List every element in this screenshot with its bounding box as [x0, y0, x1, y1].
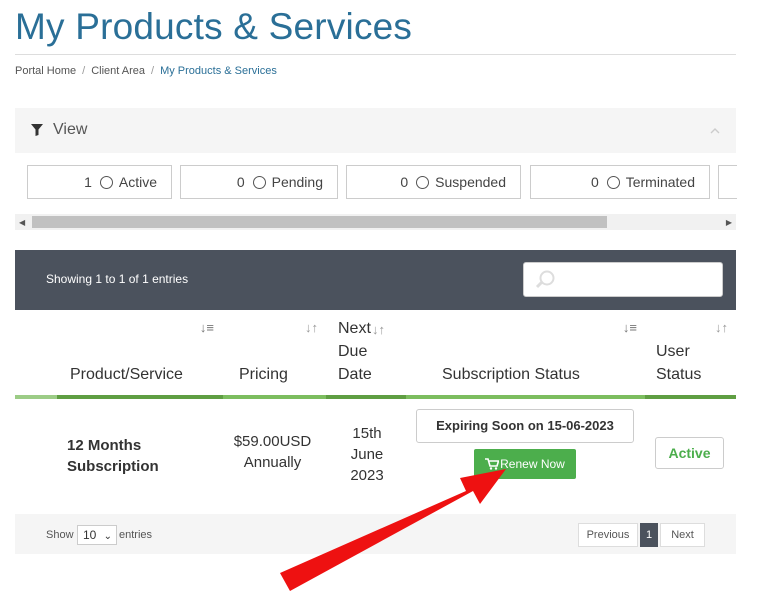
annotation-arrow-icon [280, 469, 506, 591]
